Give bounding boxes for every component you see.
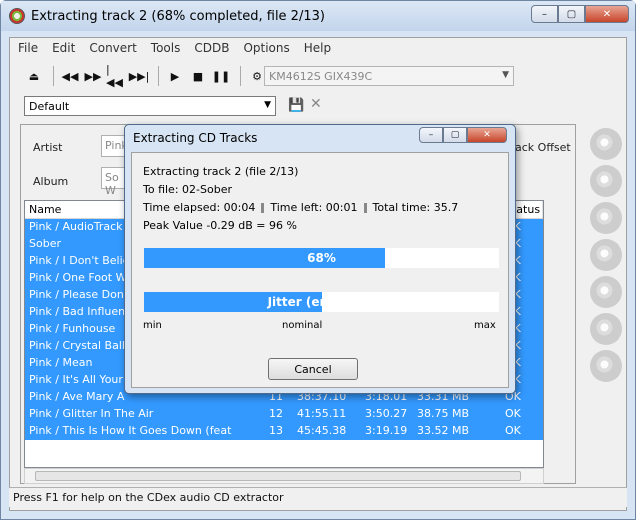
status-bar: Press F1 for help on the CDex audio CD e… bbox=[9, 487, 627, 507]
cancel-button[interactable]: Cancel bbox=[268, 358, 358, 380]
pause-icon[interactable]: ❚❚ bbox=[211, 66, 231, 86]
cell-c3: 3:50.27 bbox=[365, 407, 408, 420]
chevron-down-icon: ▼ bbox=[264, 100, 271, 110]
cell-name: Pink / This Is How It Goes Down (feat bbox=[29, 424, 232, 437]
cell-c2: 45:45.38 bbox=[297, 424, 347, 437]
scrollbar-thumb[interactable] bbox=[35, 471, 521, 481]
extracting-track-text: Extracting track 2 (file 2/13) bbox=[143, 165, 299, 178]
to-file-text: To file: 02-Sober bbox=[143, 183, 232, 196]
toolbar-separator bbox=[240, 66, 241, 86]
dialog-maximize-button[interactable]: ▢ bbox=[443, 127, 467, 143]
table-row[interactable]: Pink / Glitter In The Air 12 41:55.11 3:50.… bbox=[25, 406, 543, 423]
menu-edit[interactable]: Edit bbox=[52, 41, 75, 55]
toolbar: ⏏ ◀◀ ▶▶ |◀◀ ▶▶| ▶ ■ ❚❚ ⚙ KM4612S GIX439C… bbox=[10, 62, 626, 90]
delete-icon[interactable]: ✕ bbox=[310, 96, 322, 112]
scale-nominal: nominal bbox=[282, 320, 323, 331]
cell-c3: 3:19.19 bbox=[365, 424, 408, 437]
settings-icon[interactable] bbox=[590, 350, 622, 382]
cd-drive-value: KM4612S GIX439C bbox=[269, 70, 373, 83]
cell-c1: 12 bbox=[269, 407, 283, 420]
dialog-title: Extracting CD Tracks bbox=[133, 131, 258, 145]
convert-wav-icon[interactable] bbox=[590, 239, 622, 271]
album-label: Album bbox=[33, 175, 69, 188]
dialog-minimize-button[interactable]: – bbox=[419, 127, 443, 143]
menu-options[interactable]: Options bbox=[243, 41, 289, 55]
table-row[interactable]: Pink / This Is How It Goes Down (feat 13 4… bbox=[25, 423, 543, 440]
toolbar-separator bbox=[158, 66, 159, 86]
time-elapsed: Time elapsed: 00:04 bbox=[143, 201, 256, 214]
fast-forward-icon[interactable]: ▶▶ bbox=[83, 66, 103, 86]
menu-convert[interactable]: Convert bbox=[89, 41, 136, 55]
title-bar: Extracting track 2 (68% completed, file … bbox=[1, 1, 635, 31]
cell-c4: 33.52 MB bbox=[417, 424, 470, 437]
menu-bar: File Edit Convert Tools CDDB Options Hel… bbox=[10, 38, 626, 58]
cell-c2: 41:55.11 bbox=[297, 407, 347, 420]
extract-dialog: Extracting CD Tracks – ▢ ✕ Extracting tr… bbox=[124, 124, 516, 394]
toolbar-separator bbox=[53, 66, 54, 86]
peak-value-text: Peak Value -0.29 dB = 96 % bbox=[143, 219, 297, 232]
rewind-icon[interactable]: ◀◀ bbox=[60, 66, 80, 86]
menu-cddb[interactable]: CDDB bbox=[194, 41, 229, 55]
jitter-bar: Jitter (errors: 0) bbox=[143, 291, 500, 313]
jitter-label: Jitter (errors: 0) bbox=[267, 295, 376, 309]
menu-help[interactable]: Help bbox=[304, 41, 331, 55]
maximize-button[interactable]: ▢ bbox=[558, 5, 585, 23]
total-time: Total time: 35.7 bbox=[372, 201, 459, 214]
cell-status: OK bbox=[505, 407, 521, 420]
album-value: So W bbox=[105, 171, 119, 197]
close-button[interactable]: ✕ bbox=[585, 5, 629, 23]
convert-compressed-icon[interactable] bbox=[590, 276, 622, 308]
extract-to-mp3-icon[interactable] bbox=[590, 165, 622, 197]
cddb-icon[interactable] bbox=[590, 313, 622, 345]
action-sidebar bbox=[586, 128, 626, 387]
chevron-down-icon: ▼ bbox=[502, 70, 509, 80]
cell-c4: 38.75 MB bbox=[417, 407, 470, 420]
menu-tools[interactable]: Tools bbox=[151, 41, 181, 55]
eject-icon[interactable]: ⏏ bbox=[24, 66, 44, 86]
progress-label: 68% bbox=[307, 251, 336, 265]
menu-file[interactable]: File bbox=[18, 41, 38, 55]
previous-track-icon[interactable]: |◀◀ bbox=[106, 63, 126, 89]
time-left: Time left: 00:01 bbox=[270, 201, 358, 214]
extract-to-wav-icon[interactable] bbox=[590, 128, 622, 160]
cell-name: Pink / Glitter In The Air bbox=[29, 407, 154, 420]
minimize-button[interactable]: – bbox=[531, 5, 558, 23]
track-offset-label: ack Offset bbox=[515, 141, 571, 154]
save-icon[interactable]: 💾 bbox=[288, 98, 304, 113]
scale-min: min bbox=[143, 320, 162, 331]
stop-icon[interactable]: ■ bbox=[188, 66, 208, 86]
cd-drive-select[interactable]: KM4612S GIX439C ▼ bbox=[264, 66, 514, 86]
profile-select[interactable]: Default ▼ bbox=[24, 96, 276, 116]
cell-c1: 13 bbox=[269, 424, 283, 437]
horizontal-scrollbar[interactable] bbox=[24, 468, 544, 484]
artist-label: Artist bbox=[33, 141, 63, 154]
scale-max: max bbox=[474, 320, 496, 331]
progress-bar: 68% bbox=[143, 247, 500, 269]
profile-value: Default bbox=[29, 100, 70, 113]
time-info: Time elapsed: 00:04 Time left: 00:01 Total… bbox=[143, 201, 458, 214]
cell-status: OK bbox=[505, 424, 521, 437]
window-title: Extracting track 2 (68% completed, file … bbox=[31, 8, 325, 24]
play-icon[interactable]: ▶ bbox=[165, 66, 185, 86]
dialog-body: Extracting track 2 (file 2/13) To file: … bbox=[131, 152, 509, 388]
dialog-close-button[interactable]: ✕ bbox=[467, 127, 507, 143]
next-track-icon[interactable]: ▶▶| bbox=[129, 66, 150, 86]
extract-partial-icon[interactable] bbox=[590, 202, 622, 234]
cd-app-icon bbox=[9, 8, 25, 24]
